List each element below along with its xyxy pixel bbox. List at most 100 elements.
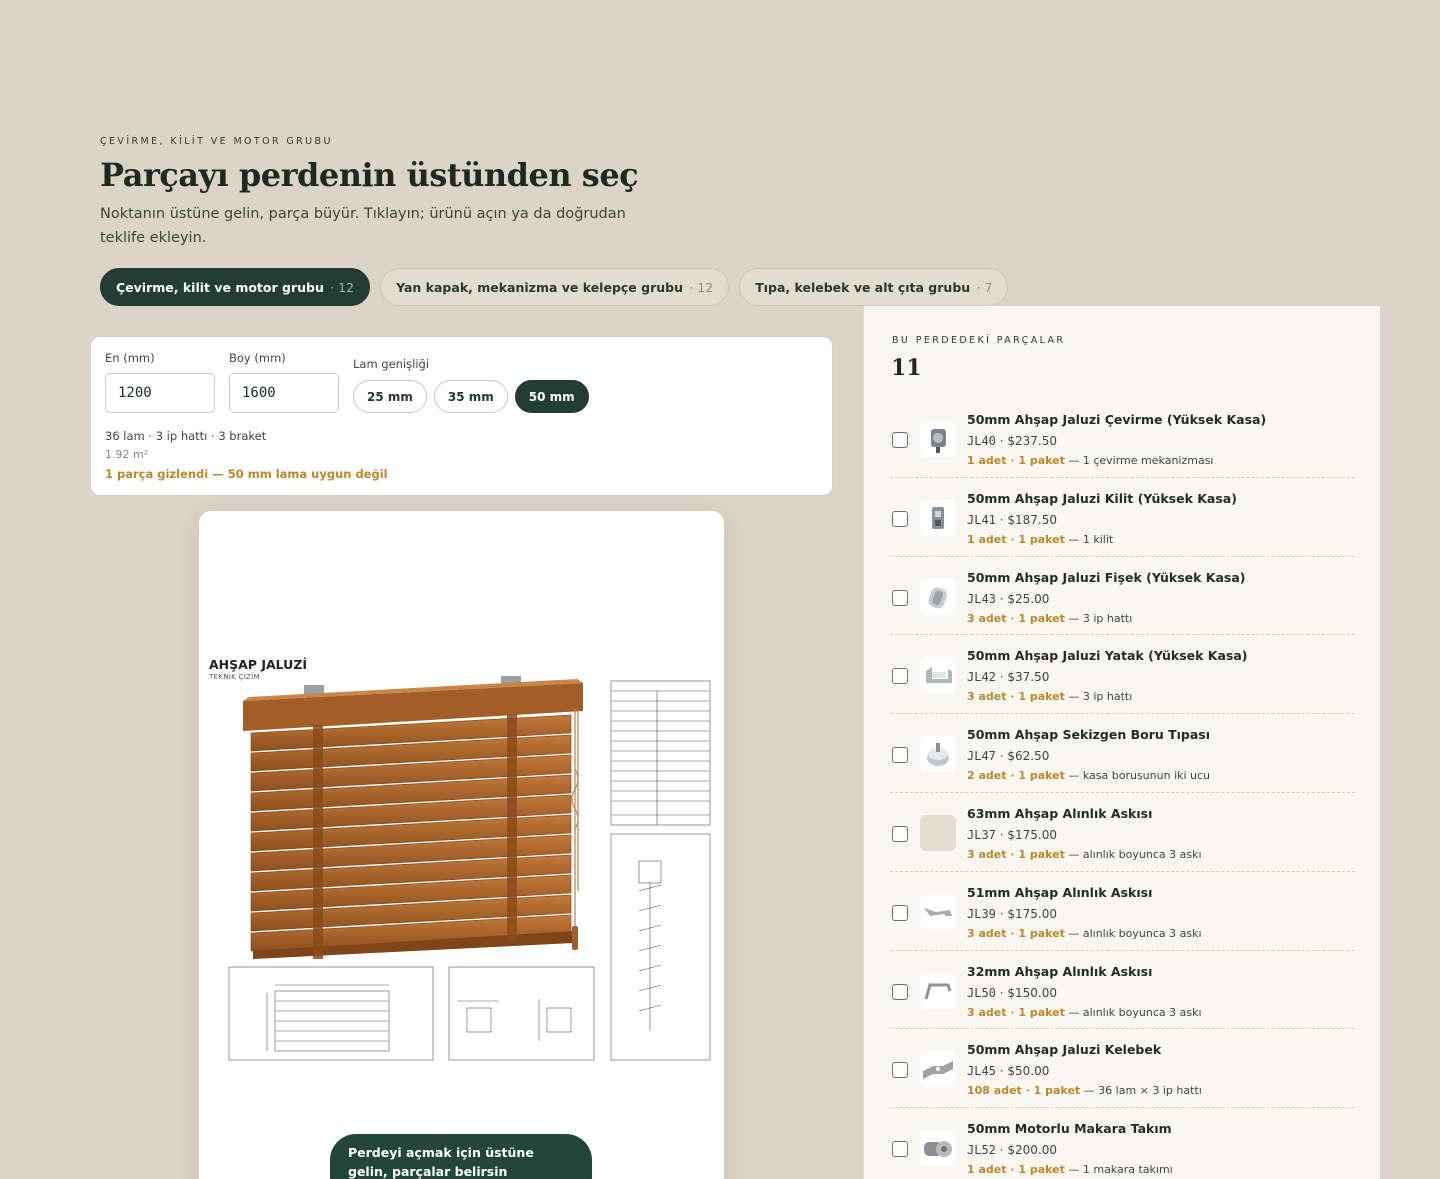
- part-quantity: 1 adet · 1 paket — 1 çevirme mekanizması: [967, 454, 1214, 467]
- dimension-config-card: En (mm) 1200 Boy (mm) 1600 Lam genişliği…: [90, 336, 833, 496]
- part-name: 50mm Ahşap Sekizgen Boru Tıpası: [967, 727, 1211, 743]
- part-qty: 3 adet · 1 paket: [967, 1005, 1065, 1019]
- part-name: 63mm Ahşap Alınlık Askısı: [967, 805, 1153, 821]
- part-price: $150.00: [1007, 985, 1057, 1000]
- config-area: 1.92 m²: [105, 448, 149, 461]
- part-code-price: JL41 · $187.50: [967, 512, 1057, 527]
- part-checkbox[interactable]: [892, 904, 908, 921]
- placeholder-icon: [920, 814, 956, 851]
- part-code-price: JL47 · $62.50: [967, 749, 1050, 764]
- list-item[interactable]: 50mm Ahşap Jaluzi Çevirme (Yüksek Kasa) …: [890, 399, 1355, 478]
- part-quantity: 108 adet · 1 paket — 36 lam × 3 ip hattı: [967, 1084, 1202, 1097]
- part-code-price: JL42 · $37.50: [967, 670, 1050, 685]
- list-item[interactable]: 50mm Motorlu Makara Takım JL52 · $200.00…: [890, 1108, 1355, 1179]
- list-item[interactable]: 32mm Ahşap Alınlık Askısı JL50 · $150.00…: [890, 951, 1355, 1030]
- part-code: JL47: [967, 749, 996, 764]
- part-qty: 3 adet · 1 paket: [967, 926, 1065, 940]
- part-quantity: 3 adet · 1 paket — alınlık boyunca 3 ask…: [967, 1006, 1202, 1019]
- tab-label: Tıpa, kelebek ve alt çıta grubu: [755, 279, 971, 295]
- part-name: 50mm Ahşap Jaluzi Kelebek: [967, 1042, 1162, 1058]
- part-quantity: 3 adet · 1 paket — 3 ip hattı: [967, 612, 1132, 625]
- part-quantity: 1 adet · 1 paket — 1 kilit: [967, 533, 1113, 546]
- width-label: En (mm): [105, 351, 155, 365]
- list-item[interactable]: 63mm Ahşap Alınlık Askısı JL37 · $175.00…: [890, 793, 1355, 872]
- part-name: 50mm Ahşap Jaluzi Kilit (Yüksek Kasa): [967, 490, 1237, 506]
- part-checkbox[interactable]: [892, 983, 908, 1000]
- part-code: JL41: [967, 512, 996, 527]
- list-item[interactable]: 50mm Ahşap Jaluzi Kelebek JL45 · $50.00 …: [890, 1029, 1355, 1109]
- part-checkbox[interactable]: [892, 432, 908, 448]
- part-code-price: JL40 · $237.50: [967, 434, 1057, 448]
- part-qty: 2 adet · 1 paket: [967, 769, 1065, 783]
- part-note: — 1 kilit: [1068, 532, 1114, 546]
- end-cap-icon: [920, 736, 956, 773]
- part-code-price: JL43 · $25.00: [967, 591, 1050, 606]
- pulley-icon: [920, 1130, 956, 1167]
- parts-count: 11: [891, 355, 922, 381]
- lam-option-25[interactable]: 25 mm: [353, 380, 427, 413]
- part-code: JL45: [967, 1064, 996, 1079]
- part-checkbox[interactable]: [892, 825, 908, 842]
- part-note: — 1 çevirme mekanizması: [1068, 454, 1214, 467]
- part-qty: 3 adet · 1 paket: [967, 847, 1065, 861]
- list-item[interactable]: 50mm Ahşap Jaluzi Fişek (Yüksek Kasa) JL…: [890, 557, 1355, 636]
- tab-tipa-kelebek[interactable]: Tıpa, kelebek ve alt çıta grubu · 7: [739, 268, 1009, 306]
- part-code-price: JL52 · $200.00: [967, 1143, 1057, 1158]
- part-code: JL40: [967, 434, 996, 448]
- hook-icon: [920, 972, 956, 1009]
- cradle-icon: [920, 657, 956, 694]
- part-checkbox[interactable]: [892, 747, 908, 764]
- part-quantity: 2 adet · 1 paket — kasa borusunun iki uc…: [967, 769, 1210, 782]
- part-price: $175.00: [1007, 906, 1057, 921]
- parts-list: 50mm Ahşap Jaluzi Çevirme (Yüksek Kasa) …: [890, 399, 1355, 1179]
- list-item[interactable]: 50mm Ahşap Sekizgen Boru Tıpası JL47 · $…: [890, 714, 1355, 793]
- part-quantity: 1 adet · 1 paket — 1 makara takımı: [967, 1163, 1173, 1176]
- list-item[interactable]: 50mm Ahşap Jaluzi Kilit (Yüksek Kasa) JL…: [890, 478, 1355, 557]
- clip-icon: [920, 893, 956, 930]
- part-code: JL52: [967, 1143, 996, 1158]
- lam-option-50[interactable]: 50 mm: [514, 380, 589, 413]
- tab-cevirme-kilit-motor[interactable]: Çevirme, kilit ve motor grubu · 12: [100, 268, 371, 306]
- height-label: Boy (mm): [229, 351, 286, 365]
- tab-yan-kapak-mekanizma[interactable]: Yan kapak, mekanizma ve kelepçe grubu · …: [380, 268, 730, 306]
- part-code: JL39: [967, 906, 996, 921]
- measured-view: [228, 966, 434, 1061]
- section-eyebrow: ÇEVİRME, KİLİT VE MOTOR GRUBU: [100, 136, 333, 147]
- part-name: 50mm Motorlu Makara Takım: [967, 1121, 1172, 1137]
- part-code-price: JL37 · $175.00: [967, 827, 1057, 842]
- butterfly-icon: [920, 1051, 956, 1088]
- list-item[interactable]: 50mm Ahşap Jaluzi Yatak (Yüksek Kasa) JL…: [890, 635, 1355, 715]
- spool-icon: [920, 578, 956, 615]
- part-price: $50.00: [1007, 1064, 1050, 1079]
- lam-option-35[interactable]: 35 mm: [433, 380, 508, 413]
- lam-width-options: 25 mm 35 mm 50 mm: [353, 380, 589, 413]
- part-name: 32mm Ahşap Alınlık Askısı: [967, 963, 1153, 979]
- part-qty: 1 adet · 1 paket: [967, 454, 1065, 467]
- part-note: — kasa borusunun iki ucu: [1068, 769, 1211, 783]
- list-item[interactable]: 51mm Ahşap Alınlık Askısı JL39 · $175.00…: [890, 872, 1355, 951]
- tab-count: · 7: [976, 279, 993, 295]
- width-input[interactable]: 1200: [105, 373, 215, 413]
- technical-drawing[interactable]: AHŞAP JALUZİ TEKNİK ÇİZİM Perdeyi açmak …: [199, 511, 724, 1179]
- part-qty: 1 adet · 1 paket: [967, 532, 1065, 546]
- blind-illustration[interactable]: [199, 511, 724, 1111]
- part-code: JL43: [967, 591, 996, 606]
- part-checkbox[interactable]: [892, 1062, 908, 1079]
- part-note: — 1 makara takımı: [1068, 1163, 1173, 1177]
- parts-panel: BU PERDEDEKİ PARÇALAR 11 50mm Ahşap Jalu…: [863, 306, 1380, 1179]
- part-checkbox[interactable]: [892, 510, 908, 527]
- part-checkbox[interactable]: [892, 668, 908, 685]
- part-price: $237.50: [1007, 434, 1057, 448]
- tab-label: Çevirme, kilit ve motor grubu: [116, 279, 324, 295]
- part-qty: 1 adet · 1 paket: [967, 1163, 1065, 1177]
- cord-lock-icon: [920, 499, 956, 536]
- part-checkbox[interactable]: [892, 589, 908, 606]
- part-name: 50mm Ahşap Jaluzi Çevirme (Yüksek Kasa): [967, 412, 1267, 427]
- part-qty: 3 adet · 1 paket: [967, 611, 1065, 625]
- part-price: $200.00: [1007, 1143, 1057, 1158]
- part-qty: 3 adet · 1 paket: [967, 690, 1065, 704]
- part-code: JL50: [967, 985, 996, 1000]
- height-input[interactable]: 1600: [229, 373, 339, 413]
- part-checkbox[interactable]: [892, 1141, 908, 1158]
- hover-hint: Perdeyi açmak için üstüne gelin, parçala…: [330, 1134, 592, 1179]
